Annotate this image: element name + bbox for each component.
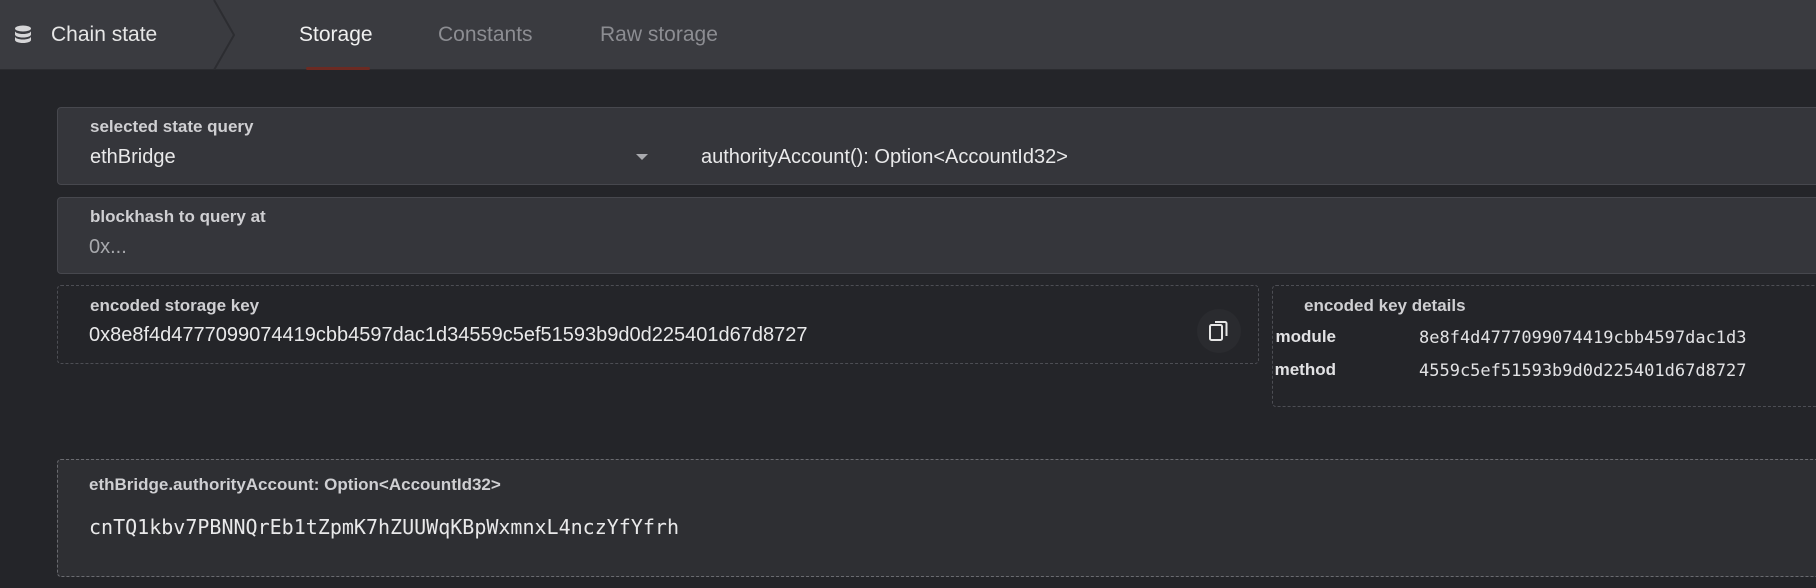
top-navigation-bar: Chain state Storage Constants Raw storag… (0, 0, 1816, 70)
query-result-value: cnTQ1kbv7PBNNQrEb1tZpmK7hZUUWqKBpWxmnxL4… (89, 515, 680, 539)
encoded-storage-key-value: 0x8e8f4d4777099074419cbb4597dac1d34559c5… (89, 324, 808, 346)
tab-constants[interactable]: Constants (438, 23, 533, 47)
chevron-down-icon[interactable] (636, 154, 648, 160)
blockhash-input[interactable]: 0x... (89, 236, 127, 259)
tab-raw-storage[interactable]: Raw storage (600, 23, 718, 47)
state-query-label: selected state query (90, 117, 254, 136)
method-label: method (1274, 360, 1336, 379)
module-label: module (1275, 327, 1336, 346)
method-select[interactable]: authorityAccount(): Option<AccountId32> (701, 146, 1068, 169)
encoded-key-details-label: encoded key details (1304, 296, 1466, 315)
query-result-label: ethBridge.authorityAccount: Option<Accou… (89, 475, 501, 494)
module-value: 8e8f4d4777099074419cbb4597dac1d3 (1419, 328, 1747, 348)
tab-storage[interactable]: Storage (299, 23, 373, 47)
method-value: 4559c5ef51593b9d0d225401d67d8727 (1419, 361, 1747, 381)
module-select[interactable]: ethBridge (90, 146, 176, 169)
breadcrumb-separator-icon (213, 0, 236, 70)
active-tab-indicator (306, 67, 370, 70)
database-icon (15, 25, 31, 43)
blockhash-input-panel[interactable] (57, 197, 1816, 274)
section-header[interactable]: Chain state (0, 0, 232, 70)
blockhash-label: blockhash to query at (90, 207, 266, 226)
encoded-storage-key-label: encoded storage key (90, 296, 260, 315)
section-title: Chain state (51, 23, 158, 46)
